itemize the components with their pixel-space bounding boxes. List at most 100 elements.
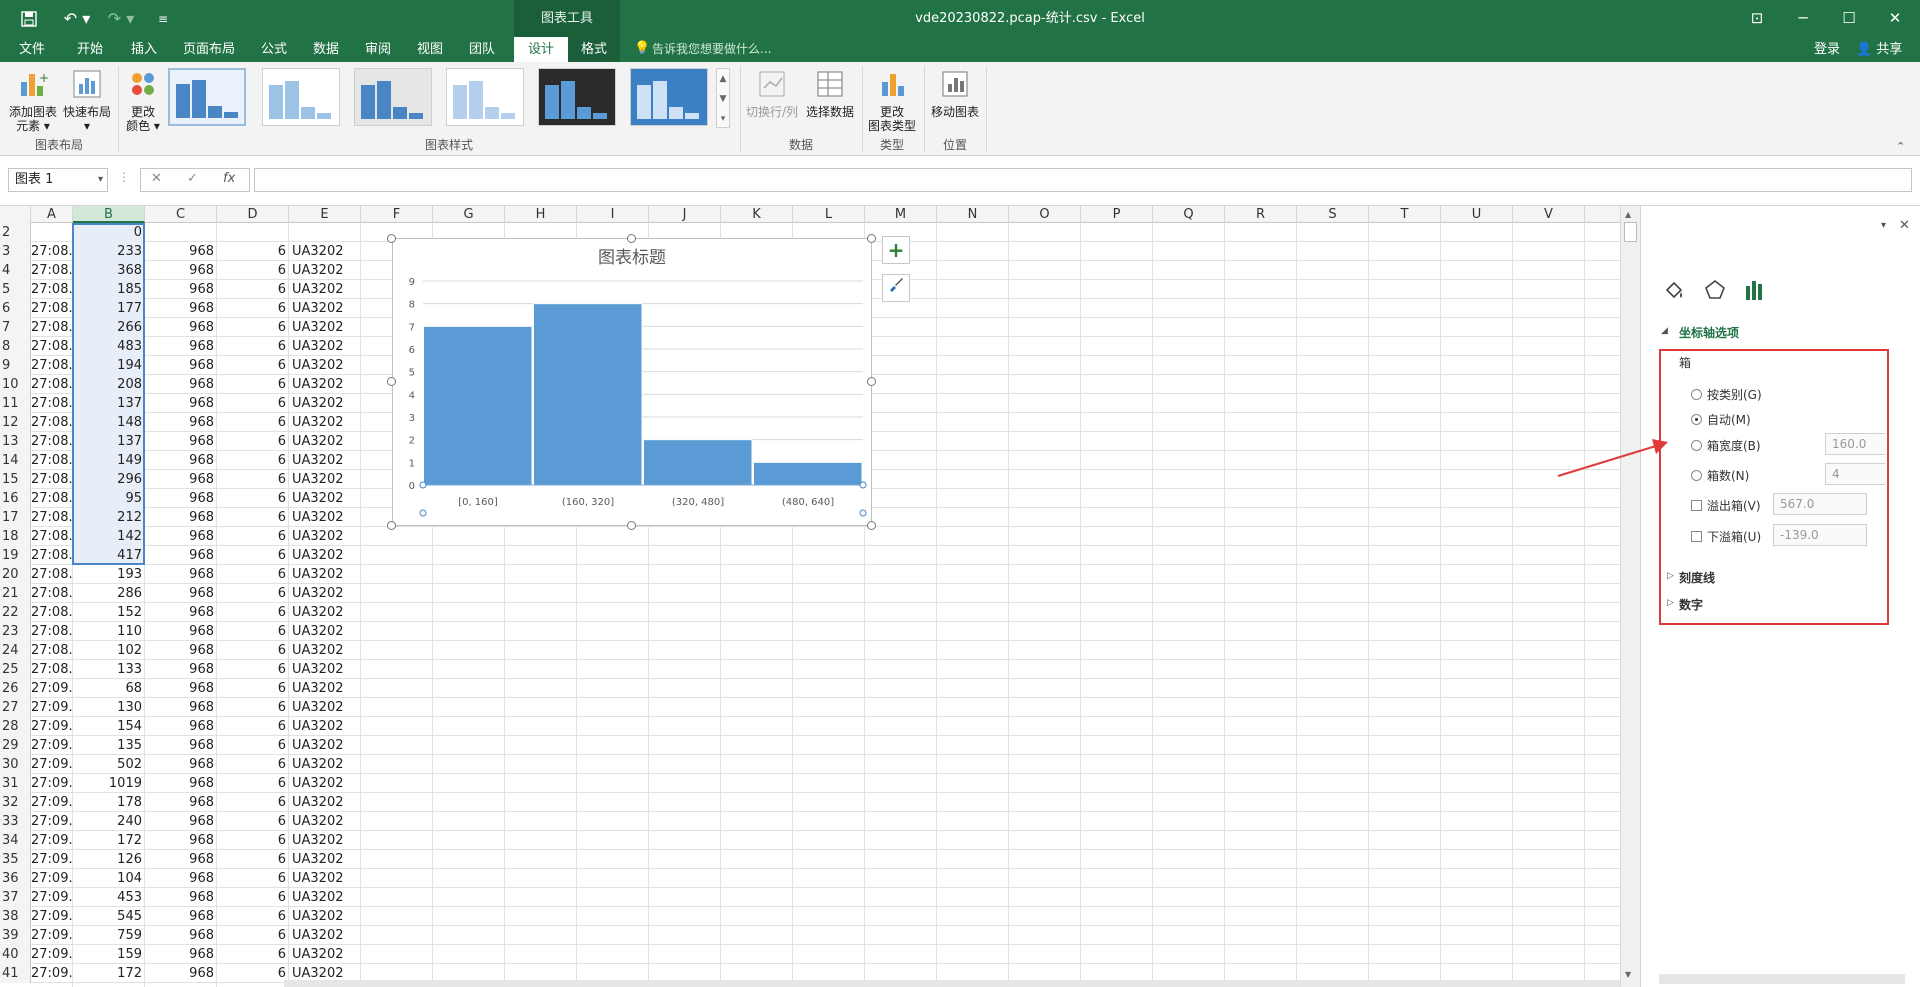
cell-a[interactable]: 27:08.6 (31, 546, 73, 565)
cell-a[interactable]: 27:08.4 (31, 337, 73, 356)
move-chart-button[interactable]: 移动图表 (926, 68, 984, 119)
tab-team[interactable]: 团队 (462, 37, 502, 62)
cell-c[interactable]: 968 (145, 489, 217, 508)
cell-c[interactable]: 968 (145, 356, 217, 375)
cell-d[interactable]: 6 (217, 698, 289, 717)
cell-b[interactable]: 193 (73, 565, 145, 584)
cell-e[interactable]: UA3202 (289, 527, 361, 546)
cell-b[interactable]: 453 (73, 888, 145, 907)
cell-a[interactable]: 27:09.2 (31, 907, 73, 926)
cell-d[interactable]: 6 (217, 850, 289, 869)
cell-e[interactable]: UA3202 (289, 242, 361, 261)
cell-c[interactable]: 968 (145, 299, 217, 318)
column-header-l[interactable]: L (793, 206, 865, 223)
row-header[interactable]: 5 (0, 280, 31, 299)
row-header[interactable]: 35 (0, 850, 31, 869)
row-header[interactable]: 38 (0, 907, 31, 926)
cell-d[interactable]: 6 (217, 299, 289, 318)
login-link[interactable]: 登录 (1814, 37, 1840, 62)
cell-d[interactable] (217, 223, 289, 242)
row-header[interactable]: 15 (0, 470, 31, 489)
pane-close-icon[interactable]: ✕ (1899, 218, 1910, 233)
cell-a[interactable]: 27:09.2 (31, 926, 73, 945)
row-header[interactable]: 32 (0, 793, 31, 812)
cell-b[interactable]: 110 (73, 622, 145, 641)
cell-c[interactable]: 968 (145, 280, 217, 299)
cell-e[interactable]: UA3202 (289, 470, 361, 489)
cell-a[interactable]: 27:08.4 (31, 356, 73, 375)
cell-c[interactable]: 968 (145, 318, 217, 337)
cell-a[interactable]: 27:08.5 (31, 451, 73, 470)
column-header-q[interactable]: Q (1153, 206, 1225, 223)
cell-b[interactable]: 133 (73, 660, 145, 679)
cell-e[interactable]: UA3202 (289, 850, 361, 869)
cell-b[interactable]: 126 (73, 850, 145, 869)
cell-e[interactable]: UA3202 (289, 603, 361, 622)
row-header[interactable]: 36 (0, 869, 31, 888)
cell-a[interactable]: 27:08.5 (31, 489, 73, 508)
vertical-scrollbar[interactable]: ▲ ▼ (1620, 206, 1640, 987)
cell-a[interactable]: 27:09.1 (31, 698, 73, 717)
pane-options-icon[interactable]: ▾ (1881, 220, 1886, 231)
row-header[interactable]: 24 (0, 641, 31, 660)
row-header[interactable]: 17 (0, 508, 31, 527)
cell-d[interactable]: 6 (217, 774, 289, 793)
resize-handle-br[interactable] (867, 521, 876, 530)
cell-c[interactable]: 968 (145, 888, 217, 907)
tab-home[interactable]: 开始 (70, 37, 110, 62)
cell-d[interactable]: 6 (217, 812, 289, 831)
cell-b[interactable]: 68 (73, 679, 145, 698)
cell-b[interactable]: 1019 (73, 774, 145, 793)
column-header-t[interactable]: T (1369, 206, 1441, 223)
cell-b[interactable]: 102 (73, 641, 145, 660)
row-header[interactable]: 19 (0, 546, 31, 565)
resize-handle-r[interactable] (867, 377, 876, 386)
cell-e[interactable]: UA3202 (289, 261, 361, 280)
cell-d[interactable]: 6 (217, 432, 289, 451)
cell-a[interactable]: 27:08.6 (31, 527, 73, 546)
row-header[interactable]: 22 (0, 603, 31, 622)
cell-c[interactable]: 968 (145, 717, 217, 736)
cell-e[interactable]: UA3202 (289, 774, 361, 793)
cell-d[interactable]: 6 (217, 831, 289, 850)
cell-e[interactable]: UA3202 (289, 755, 361, 774)
cell-b[interactable]: 502 (73, 755, 145, 774)
cell-d[interactable]: 6 (217, 660, 289, 679)
cell-d[interactable]: 6 (217, 717, 289, 736)
cell-b[interactable]: 759 (73, 926, 145, 945)
cell-d[interactable]: 6 (217, 641, 289, 660)
row-header[interactable]: 28 (0, 717, 31, 736)
cell-a[interactable]: 27:09.8 (31, 717, 73, 736)
cell-e[interactable]: UA3202 (289, 945, 361, 964)
row-header[interactable]: 7 (0, 318, 31, 337)
cell-a[interactable]: 27:08.4 (31, 375, 73, 394)
cell-e[interactable]: UA3202 (289, 793, 361, 812)
tab-page-layout[interactable]: 页面布局 (176, 37, 242, 62)
cell-d[interactable]: 6 (217, 584, 289, 603)
row-header[interactable]: 23 (0, 622, 31, 641)
cell-b[interactable]: 152 (73, 603, 145, 622)
cell-e[interactable]: UA3202 (289, 584, 361, 603)
cell-c[interactable]: 968 (145, 850, 217, 869)
column-header-m[interactable]: M (865, 206, 937, 223)
axis-options-heading[interactable]: 坐标轴选项 (1679, 324, 1739, 341)
column-header-f[interactable]: F (361, 206, 433, 223)
chart-style-2[interactable] (262, 68, 340, 126)
cell-e[interactable]: UA3202 (289, 489, 361, 508)
tab-data[interactable]: 数据 (306, 37, 346, 62)
cell-a[interactable]: 27:09.2 (31, 888, 73, 907)
cell-a[interactable]: 27:09.2 (31, 869, 73, 888)
cell-b[interactable]: 286 (73, 584, 145, 603)
redo-icon[interactable]: ↷ ▾ (104, 0, 138, 37)
cell-b[interactable]: 104 (73, 869, 145, 888)
resize-handle-bl[interactable] (387, 521, 396, 530)
insert-function-icon[interactable]: fx (223, 171, 235, 186)
change-chart-type-button[interactable]: 更改 图表类型 (864, 68, 920, 133)
cell-d[interactable]: 6 (217, 907, 289, 926)
cell-c[interactable]: 968 (145, 451, 217, 470)
cell-e[interactable]: UA3202 (289, 869, 361, 888)
row-header[interactable]: 13 (0, 432, 31, 451)
row-header[interactable]: 26 (0, 679, 31, 698)
cell-c[interactable]: 968 (145, 413, 217, 432)
save-icon[interactable] (14, 0, 44, 37)
